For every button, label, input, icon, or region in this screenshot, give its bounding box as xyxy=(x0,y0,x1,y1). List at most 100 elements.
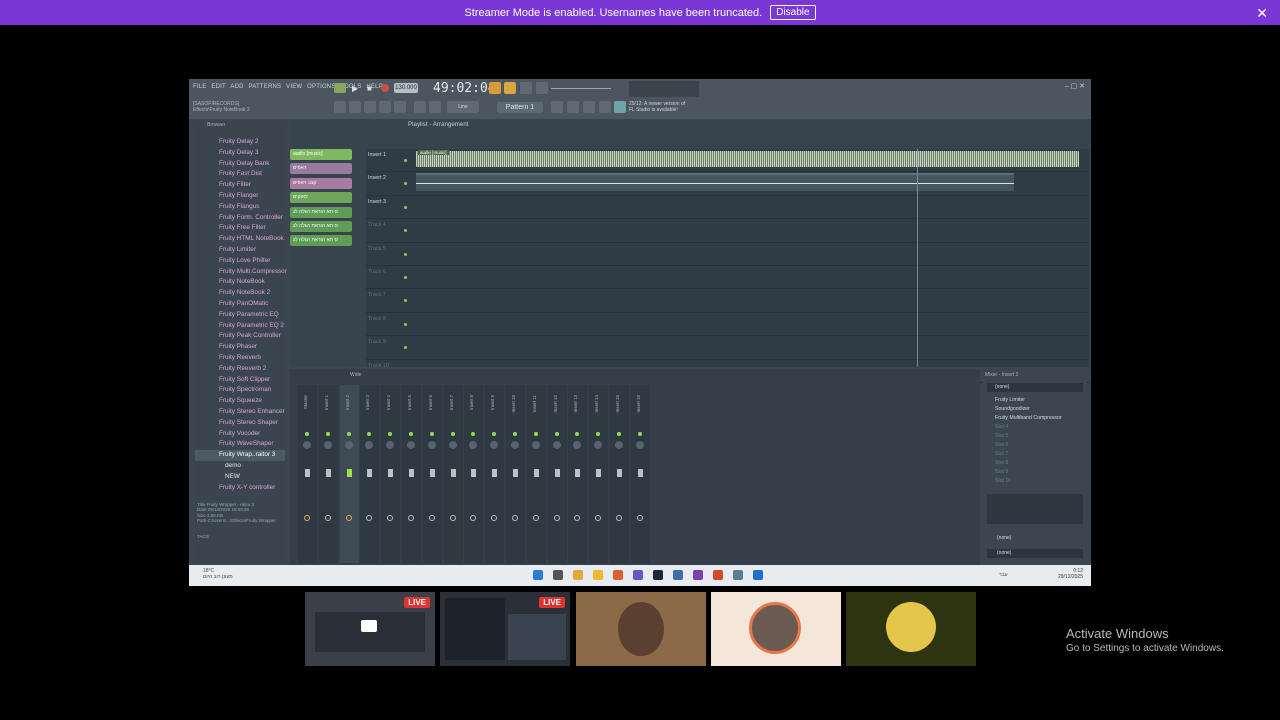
track-led[interactable] xyxy=(404,252,407,256)
mixer-led[interactable] xyxy=(409,432,413,436)
online-icon[interactable] xyxy=(599,101,611,113)
browser-item[interactable]: Fruity Flangus xyxy=(195,202,285,213)
mixer-ring[interactable] xyxy=(616,515,622,521)
mixer-fader[interactable] xyxy=(575,469,581,477)
mixer-fader[interactable] xyxy=(637,469,643,477)
browser-item-selected[interactable]: Fruity Wrap..raitor 3 xyxy=(195,450,285,461)
ctrl-icon[interactable] xyxy=(567,101,579,113)
browser-item[interactable]: Fruity NoteBook xyxy=(195,277,285,288)
track-row[interactable]: Track 8 xyxy=(366,313,1089,337)
stop-icon[interactable]: ■ xyxy=(367,84,372,93)
browser-item[interactable]: Fruity PanOMatic xyxy=(195,299,285,310)
mixer-led[interactable] xyxy=(429,432,434,436)
mixer-led[interactable] xyxy=(617,432,621,436)
mixer-knob[interactable] xyxy=(531,441,540,449)
mixer-led[interactable] xyxy=(596,432,601,436)
mixer-ring[interactable] xyxy=(449,515,456,521)
playlist-tracks[interactable]: Insert 1 Insert 2 Insert 3 Track 4 Track… xyxy=(366,149,1089,383)
channel-item[interactable]: ס תא הוראת הגלה לג xyxy=(290,220,352,232)
taskbar-clock[interactable]: 0:12 29/12/2025 xyxy=(1058,568,1083,580)
mixer-led[interactable] xyxy=(492,432,497,436)
snap-icon[interactable] xyxy=(334,101,346,113)
browser-item[interactable]: Fruity Reeverb 2 xyxy=(195,364,285,375)
user-avatar-tile-3[interactable] xyxy=(846,592,976,666)
track-led[interactable] xyxy=(404,322,407,326)
menu-view[interactable]: VIEW xyxy=(286,84,302,90)
mixer-led[interactable] xyxy=(325,432,330,436)
track-row[interactable]: Track 7 xyxy=(366,289,1089,313)
mixer-led[interactable] xyxy=(513,432,517,436)
piano-roll-icon[interactable] xyxy=(364,101,376,113)
playhead[interactable] xyxy=(917,149,918,367)
fx-slot[interactable]: Fruity Limiter xyxy=(983,396,1087,405)
files-icon[interactable] xyxy=(593,570,603,580)
mixer-strip[interactable]: Insert 1 xyxy=(318,385,338,563)
chrome-icon[interactable] xyxy=(573,570,583,580)
browser-subitem[interactable]: demo xyxy=(195,461,285,472)
browser-item[interactable]: Fruity Multi.Compressor xyxy=(195,267,287,278)
browser-item[interactable]: Fruity HTML NoteBook xyxy=(195,234,285,245)
mixer-ring[interactable] xyxy=(532,515,539,521)
mixer-led[interactable] xyxy=(367,432,372,436)
output-select-1[interactable]: (none) xyxy=(987,534,1083,543)
news-icon[interactable] xyxy=(614,101,626,113)
mixer-led[interactable] xyxy=(533,432,538,436)
track-led[interactable] xyxy=(404,229,407,233)
tempo-display[interactable]: 130.000 xyxy=(394,83,418,93)
mixer-strip[interactable]: Insert 7 xyxy=(443,385,463,563)
channel-item[interactable]: audio [music] xyxy=(290,149,352,160)
mixer-led[interactable] xyxy=(554,432,559,436)
track-led[interactable] xyxy=(404,299,407,303)
mixer-fader[interactable] xyxy=(429,469,435,477)
steam-icon[interactable] xyxy=(653,570,663,580)
channel-item[interactable]: לאוקים xyxy=(290,192,352,204)
mixer-knob[interactable] xyxy=(365,441,374,449)
mixer-ring[interactable] xyxy=(553,515,560,521)
mixer-fader[interactable] xyxy=(617,469,622,477)
track-row[interactable]: Track 5 xyxy=(366,243,1089,266)
start-icon[interactable] xyxy=(533,570,543,580)
mixer-led[interactable] xyxy=(305,432,309,436)
mixer-fader[interactable] xyxy=(492,469,498,477)
mixer-knob[interactable] xyxy=(344,441,353,449)
browser-item[interactable]: Fruity Delay 3 xyxy=(195,148,285,159)
mixer-strip[interactable]: Insert 2 xyxy=(339,385,359,563)
wait-icon[interactable] xyxy=(504,82,516,94)
browser-item[interactable]: Fruity Soft Clipper xyxy=(195,375,285,386)
snap-select[interactable]: Line xyxy=(447,101,479,113)
mixer-strip[interactable]: Insert 13 xyxy=(568,385,588,563)
output-select-2[interactable]: (none) xyxy=(987,549,1083,558)
fl-studio-icon[interactable] xyxy=(713,570,723,580)
mixer-ring[interactable] xyxy=(428,515,435,521)
alt-icon[interactable] xyxy=(583,101,595,113)
window-controls[interactable]: – ▢ ✕ xyxy=(1065,82,1085,90)
track-row[interactable]: Track 6 xyxy=(366,266,1089,290)
settings-icon[interactable] xyxy=(733,570,743,580)
browser-item[interactable]: Fruity Form. Controller xyxy=(195,213,285,224)
mixer-knob[interactable] xyxy=(594,441,603,449)
input-select[interactable]: (none) xyxy=(987,383,1083,392)
countdown-icon[interactable] xyxy=(520,82,532,94)
mixer-fader[interactable] xyxy=(533,469,539,477)
mixer-strip[interactable]: Insert 8 xyxy=(464,385,484,563)
audio-clip-2[interactable] xyxy=(416,173,1014,191)
fx-slot[interactable]: Slot 4 xyxy=(983,423,1087,432)
menu-options[interactable]: OPTIONS xyxy=(307,84,335,90)
track-led[interactable] xyxy=(404,275,407,279)
mixer-knob[interactable] xyxy=(552,441,561,449)
mixer-fader[interactable] xyxy=(367,469,373,477)
mixer-strip[interactable]: Insert 5 xyxy=(402,385,421,563)
mixer-knob[interactable] xyxy=(407,441,415,449)
metronome-icon[interactable] xyxy=(489,82,501,94)
browser-item[interactable]: Fruity NoteBook 2 xyxy=(195,288,285,299)
stream-video[interactable]: FILE EDIT ADD PATTERNS VIEW OPTIONS TOOL… xyxy=(189,79,1091,586)
browser-subitem[interactable]: NEW xyxy=(195,472,285,483)
mixer-knob[interactable] xyxy=(448,441,457,449)
browser-item[interactable]: Fruity X-Y controller xyxy=(195,483,285,494)
fx-slot[interactable]: Slot 10 xyxy=(983,477,1087,486)
channel-item[interactable]: ראפים xyxy=(290,163,352,175)
mixer-ring[interactable] xyxy=(324,515,331,521)
mixer-fader[interactable] xyxy=(596,469,602,477)
track-led[interactable] xyxy=(404,205,407,209)
mixer-ring[interactable] xyxy=(366,515,373,521)
